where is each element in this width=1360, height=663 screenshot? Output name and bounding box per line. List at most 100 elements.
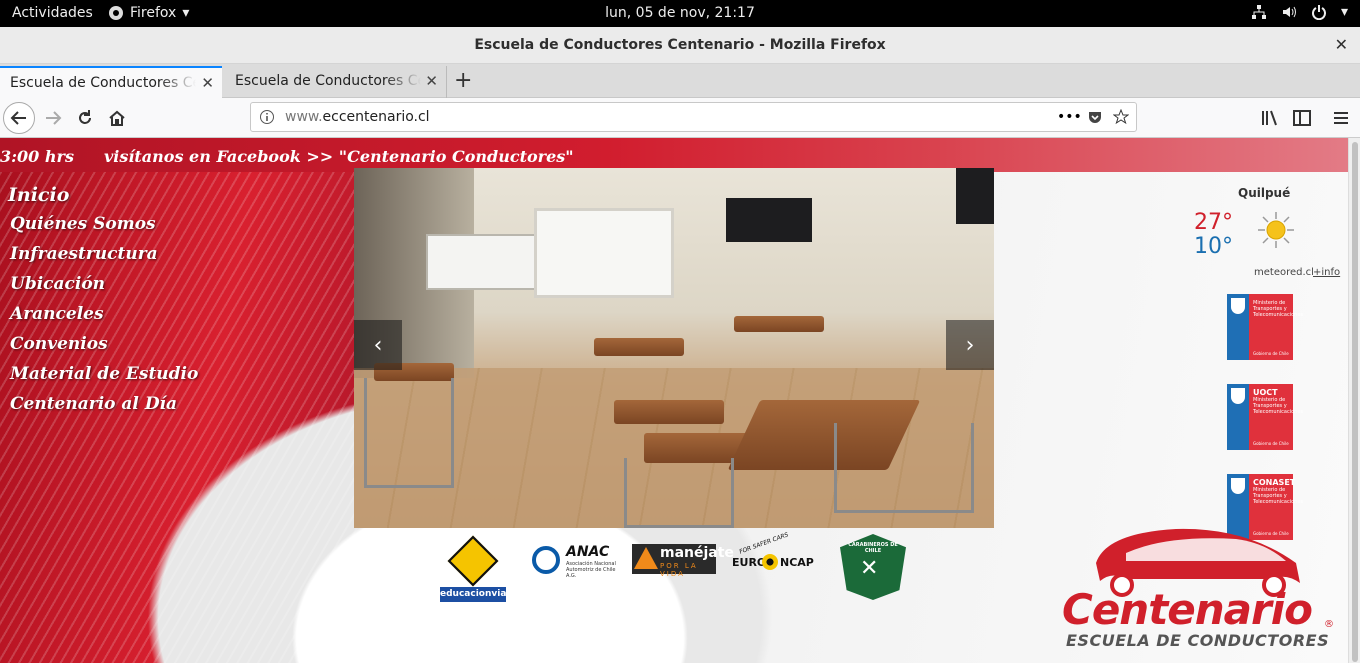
power-icon — [1311, 5, 1326, 20]
arrow-right-icon — [46, 111, 62, 125]
sidebar-icon[interactable] — [1286, 102, 1318, 134]
weather-low: 10° — [1194, 234, 1233, 259]
gov-badge-title: CONASET — [1253, 478, 1296, 487]
slider-next-button[interactable]: › — [946, 320, 994, 370]
anac-logo[interactable]: ANAC Asociación Nacional Automotriz de C… — [530, 544, 620, 579]
tab-2-label: Escuela de Conductores Centenario — [235, 73, 421, 89]
educacionvial-caption: educacionvial.cl — [440, 587, 521, 602]
home-button[interactable] — [101, 102, 133, 134]
classroom-photo-tv — [956, 168, 994, 224]
classroom-photo-whiteboard — [426, 234, 536, 290]
menu-item-ubicacion[interactable]: Ubicación — [8, 274, 198, 304]
anac-title: ANAC — [566, 544, 610, 560]
forward-button[interactable] — [37, 102, 69, 134]
weather-more-link[interactable]: +info — [1313, 267, 1340, 278]
carabineros-logo[interactable]: CARABINEROS DE CHILE ✕ — [840, 534, 906, 600]
pocket-icon[interactable] — [1087, 109, 1103, 125]
crash-test-dummy-icon — [762, 554, 778, 570]
reload-icon — [79, 110, 91, 124]
classroom-photo-desk — [614, 400, 724, 424]
reload-button[interactable] — [69, 102, 101, 134]
anac-subtitle: Asociación Nacional Automotriz de Chile … — [566, 561, 616, 579]
classroom-photo-desk — [734, 316, 824, 332]
gov-badge-ministry: Ministerio de Transportes y Telecomunica… — [1253, 397, 1304, 415]
url-text[interactable]: www.eccentenario.cl — [285, 109, 430, 125]
carabineros-text: CARABINEROS DE CHILE — [848, 542, 898, 554]
network-icon — [1251, 5, 1266, 19]
image-slider: ‹ › — [354, 168, 994, 528]
manejate-subtitle: POR LA VIDA — [660, 562, 698, 578]
euroncap-right: NCAP — [780, 556, 814, 569]
system-top-bar: Actividades Firefox ▾ lun, 05 de nov, 21… — [0, 0, 1360, 27]
arrow-left-icon — [10, 111, 26, 125]
chevron-down-icon: ▾ — [182, 5, 190, 21]
chevron-down-icon: ▾ — [1340, 4, 1348, 20]
tab-strip: Escuela de Conductores Centenario ✕ Escu… — [0, 64, 1360, 98]
gov-badge-ministry: Ministerio de Transportes y Telecomunica… — [1253, 300, 1304, 318]
sun-icon — [1258, 212, 1294, 248]
euroncap-logo[interactable]: FOR SAFER CARS EURO NCAP — [730, 531, 820, 580]
menu-item-convenios[interactable]: Convenios — [8, 334, 198, 364]
window-title: Escuela de Conductores Centenario - Mozi… — [474, 37, 886, 53]
menu-item-quienes-somos[interactable]: Quiénes Somos — [8, 214, 198, 244]
main-menu: Inicio Quiénes Somos Infraestructura Ubi… — [8, 184, 198, 424]
slider-prev-button[interactable]: ‹ — [354, 320, 402, 370]
system-tray[interactable]: ▾ — [1251, 4, 1348, 20]
chile-shield-icon — [1231, 388, 1245, 404]
gov-badge-footer: Gobierno de Chile — [1253, 441, 1289, 446]
manejate-title: manéjate — [660, 545, 734, 561]
tab-2[interactable]: Escuela de Conductores Centenario ✕ — [225, 66, 447, 98]
tab-1[interactable]: Escuela de Conductores Centenario ✕ — [0, 66, 222, 98]
gov-badge-mtt[interactable]: Ministerio de Transportes y Telecomunica… — [1227, 294, 1304, 360]
classroom-photo-chair — [624, 458, 734, 528]
menu-item-material-de-estudio[interactable]: Material de Estudio — [8, 364, 198, 394]
gov-badge-uoct[interactable]: UOCT Ministerio de Transportes y Telecomu… — [1227, 384, 1304, 450]
euroncap-tagline: FOR SAFER CARS — [738, 531, 790, 556]
url-prefix: www. — [285, 109, 323, 125]
ticker-hours: 3:00 hrs — [0, 147, 74, 166]
close-tab-icon[interactable]: ✕ — [425, 72, 438, 90]
window-close-icon[interactable]: ✕ — [1335, 35, 1348, 54]
classroom-photo-desk — [594, 338, 684, 356]
activities-button[interactable]: Actividades — [12, 5, 93, 21]
window-titlebar: Escuela de Conductores Centenario - Mozi… — [0, 27, 1360, 64]
classroom-photo-tv — [726, 198, 812, 242]
menu-item-aranceles[interactable]: Aranceles — [8, 304, 198, 334]
weather-high: 27° — [1194, 210, 1233, 235]
scrollbar-thumb[interactable] — [1352, 142, 1358, 662]
anac-emblem-icon — [532, 546, 560, 574]
brand-name: Centenario — [1062, 585, 1313, 634]
news-ticker[interactable]: 3:00 hrs visítanos en Facebook >> "Centen… — [0, 147, 574, 166]
weather-city: Quilpué — [1238, 186, 1291, 200]
firefox-icon — [109, 6, 123, 20]
weather-source-link[interactable]: meteored.cl — [1254, 267, 1314, 278]
chevron-right-icon: › — [965, 332, 975, 358]
page-actions-icon[interactable]: ••• — [1057, 109, 1082, 125]
new-tab-icon[interactable]: + — [454, 68, 472, 93]
app-menu-button[interactable]: Firefox ▾ — [108, 5, 189, 21]
hamburger-menu-icon[interactable] — [1325, 102, 1357, 134]
bookmark-star-icon[interactable] — [1113, 109, 1129, 125]
library-icon[interactable] — [1254, 102, 1286, 134]
site-info-icon[interactable] — [259, 109, 275, 125]
chevron-left-icon: ‹ — [373, 332, 383, 358]
page-scrollbar[interactable] — [1348, 138, 1360, 663]
brand-subtitle: ESCUELA DE CONDUCTORES — [1066, 631, 1330, 650]
registered-mark: ® — [1324, 619, 1334, 630]
menu-item-inicio[interactable]: Inicio — [8, 184, 198, 214]
menu-item-infraestructura[interactable]: Infraestructura — [8, 244, 198, 274]
clock[interactable]: lun, 05 de nov, 21:17 — [605, 5, 755, 21]
manejate-logo[interactable]: manéjate POR LA VIDA — [632, 544, 734, 578]
road-sign-icon — [447, 535, 499, 587]
app-menu-label: Firefox — [130, 5, 177, 21]
gov-badge-text: UOCT Ministerio de Transportes y Telecomu… — [1253, 389, 1304, 416]
back-button[interactable] — [3, 102, 35, 134]
menu-item-centenario-al-dia[interactable]: Centenario al Día — [8, 394, 198, 424]
ticker-facebook: visítanos en Facebook >> "Centenario Con… — [103, 147, 574, 166]
centenario-logo[interactable]: Centenario ® ESCUELA DE CONDUCTORES — [1062, 523, 1338, 653]
partner-logos: educacionvial.cl ANAC Asociación Naciona… — [440, 531, 930, 604]
gov-badge-text: CONASET Ministerio de Transportes y Telec… — [1253, 479, 1303, 506]
close-tab-icon[interactable]: ✕ — [201, 74, 214, 92]
educacionvial-logo[interactable]: educacionvial.cl — [440, 534, 521, 602]
url-bar[interactable]: www.eccentenario.cl ••• — [250, 102, 1137, 132]
